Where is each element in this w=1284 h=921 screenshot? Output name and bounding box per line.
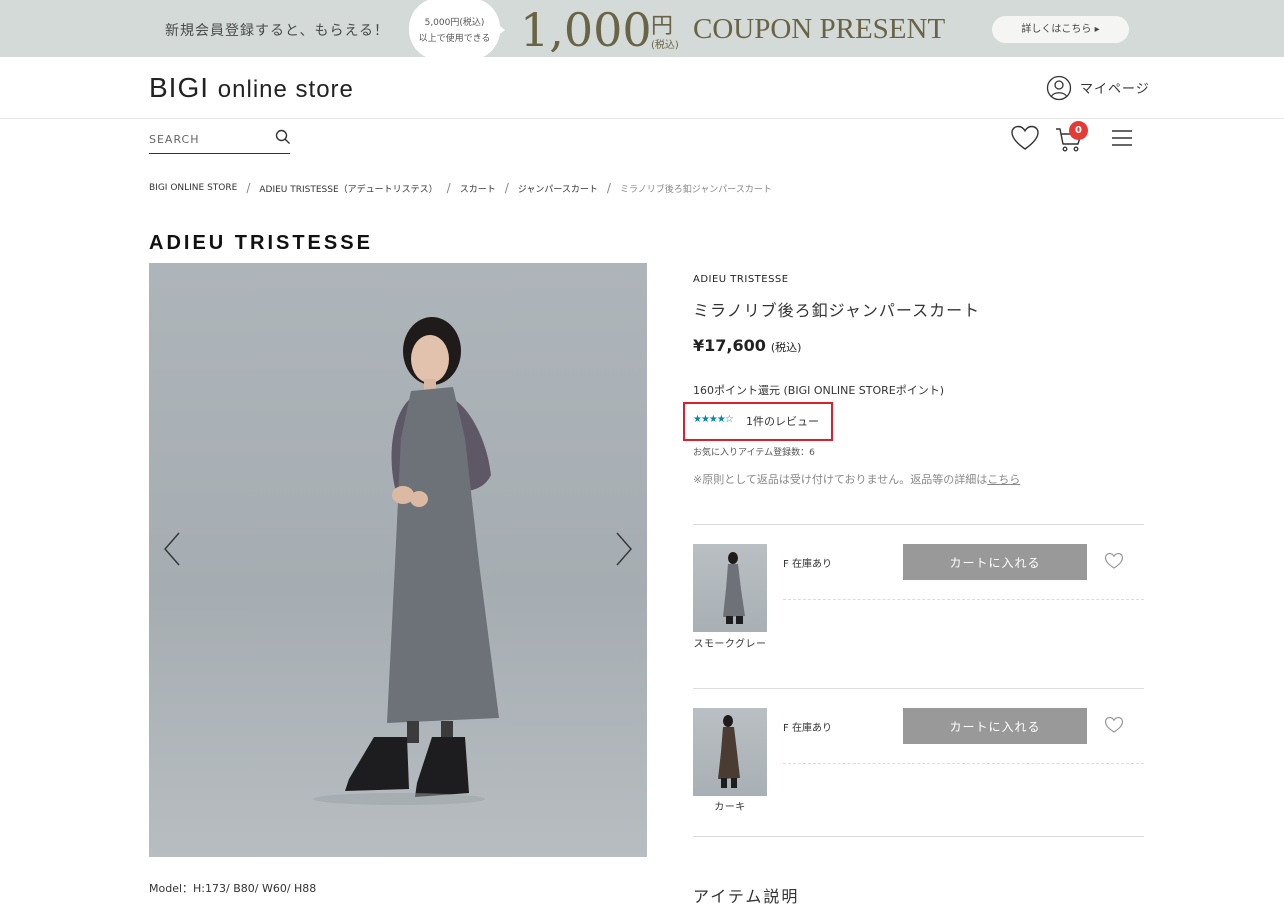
- add-to-cart-button[interactable]: カートに入れる: [903, 708, 1087, 744]
- model-photo-illustration: [313, 317, 499, 805]
- favorites-count: お気に入りアイテム登録数：6: [693, 448, 815, 458]
- banner-lead-text: 新規会員登録すると、もらえる！: [165, 23, 390, 39]
- banner-badge-pointer: [497, 24, 505, 36]
- breadcrumb-separator: /: [504, 181, 509, 195]
- banner-details-button[interactable]: 詳しくはこちら ▸: [992, 16, 1129, 43]
- header-divider: [0, 118, 1284, 119]
- mypage-link[interactable]: マイページ: [1080, 78, 1150, 97]
- add-to-cart-button[interactable]: カートに入れる: [903, 544, 1087, 580]
- banner-condition-line1: 5,000円(税込): [424, 18, 485, 28]
- points-reward: 160ポイント還元 (BIGI ONLINE STOREポイント): [693, 384, 945, 397]
- site-logo[interactable]: BIGI online store: [149, 72, 354, 104]
- breadcrumb-item-skirt[interactable]: スカート: [460, 182, 496, 195]
- variant-size: F: [783, 559, 789, 570]
- favorites-heart-icon[interactable]: [1010, 124, 1040, 152]
- breadcrumb: BIGI ONLINE STORE / ADIEU TRISTESSE（アデュー…: [149, 181, 772, 195]
- variant-divider: [693, 524, 1144, 525]
- variant-stock: 在庫あり: [791, 723, 832, 734]
- variant-divider: [693, 688, 1144, 689]
- variant-stock: 在庫あり: [791, 559, 832, 570]
- banner-condition-line2: 以上で使用できる: [418, 34, 491, 44]
- breadcrumb-item-brand[interactable]: ADIEU TRISTESSE（アデュートリステス）: [259, 182, 437, 195]
- variant-thumbnail-illustration: [723, 552, 745, 624]
- variant-stock-status: F 在庫あり: [783, 719, 832, 734]
- search-input[interactable]: [149, 128, 267, 150]
- brand-title: ADIEU TRISTESSE: [149, 232, 373, 254]
- breadcrumb-separator: /: [446, 181, 451, 195]
- banner-coupon-title: COUPON PRESENT: [693, 13, 946, 45]
- search-icon[interactable]: [275, 129, 291, 145]
- breadcrumb-separator: /: [606, 181, 611, 195]
- breadcrumb-item-jumper-skirt[interactable]: ジャンパースカート: [518, 182, 598, 195]
- user-icon[interactable]: [1046, 75, 1072, 101]
- price-value: ¥17,600: [693, 336, 766, 355]
- banner-tax-label: (税込): [651, 40, 679, 51]
- product-name: ミラノリブ後ろ釦ジャンパースカート: [693, 301, 981, 320]
- hamburger-menu-icon[interactable]: [1111, 129, 1133, 147]
- price-tax-label: (税込): [770, 341, 802, 354]
- search-box[interactable]: [149, 126, 290, 154]
- logo-sub: online store: [217, 76, 354, 103]
- variant-color-label: スモークグレー: [693, 639, 767, 650]
- return-policy-text: ※原則として返品は受け付けておりません。返品等の詳細は: [693, 473, 988, 486]
- return-policy-note: ※原則として返品は受け付けておりません。返品等の詳細はこちら: [693, 471, 1020, 487]
- model-size-info: Model：H:173/ B80/ W60/ H88: [149, 882, 317, 895]
- breadcrumb-separator: /: [246, 181, 251, 195]
- variant-row-divider: [783, 763, 1144, 764]
- item-description-heading: アイテム説明: [693, 887, 800, 906]
- product-main-image[interactable]: [149, 263, 647, 857]
- review-stars-icon[interactable]: ★★★★☆: [693, 414, 734, 425]
- variant-size: F: [783, 723, 789, 734]
- variant-row-divider: [783, 599, 1144, 600]
- variant-favorite-heart-icon[interactable]: [1104, 552, 1124, 570]
- variant-divider: [693, 836, 1144, 837]
- banner-coupon-amount: 1,000: [520, 3, 652, 57]
- banner-condition-badge: [409, 0, 500, 60]
- variant-thumbnail[interactable]: [693, 544, 767, 632]
- image-next-arrow-icon[interactable]: [612, 531, 636, 567]
- variant-thumbnail-illustration: [718, 715, 740, 788]
- variant-favorite-heart-icon[interactable]: [1104, 716, 1124, 734]
- variant-color-label: カーキ: [714, 802, 746, 813]
- cart-count-badge: 0: [1069, 121, 1088, 140]
- review-count-link[interactable]: 1件のレビュー: [746, 413, 819, 429]
- variant-thumbnail[interactable]: [693, 708, 767, 796]
- variant-stock-status: F 在庫あり: [783, 555, 832, 570]
- return-policy-link[interactable]: こちら: [987, 473, 1020, 486]
- breadcrumb-item-home[interactable]: BIGI ONLINE STORE: [149, 183, 237, 193]
- product-brand[interactable]: ADIEU TRISTESSE: [693, 274, 789, 285]
- product-price: ¥17,600 (税込): [693, 336, 801, 355]
- logo-main: BIGI: [149, 72, 210, 103]
- breadcrumb-current: ミラノリブ後ろ釦ジャンパースカート: [619, 184, 772, 195]
- image-prev-arrow-icon[interactable]: [160, 531, 184, 567]
